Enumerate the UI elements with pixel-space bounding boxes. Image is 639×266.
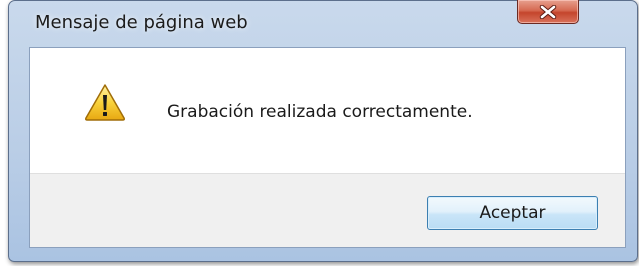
close-button[interactable] (517, 0, 579, 24)
button-bar: Aceptar (30, 173, 625, 247)
message-area: Grabación realizada correctamente. (30, 48, 625, 173)
dialog-body: Grabación realizada correctamente. Acept… (29, 47, 626, 248)
warning-icon (84, 83, 126, 121)
close-icon (539, 4, 557, 19)
title-bar[interactable]: Mensaje de página web (9, 0, 637, 47)
dialog-window: Mensaje de página web Grabación realizad… (8, 0, 638, 262)
message-text: Grabación realizada correctamente. (167, 102, 473, 122)
window-title: Mensaje de página web (35, 12, 248, 33)
accept-button[interactable]: Aceptar (427, 196, 598, 230)
